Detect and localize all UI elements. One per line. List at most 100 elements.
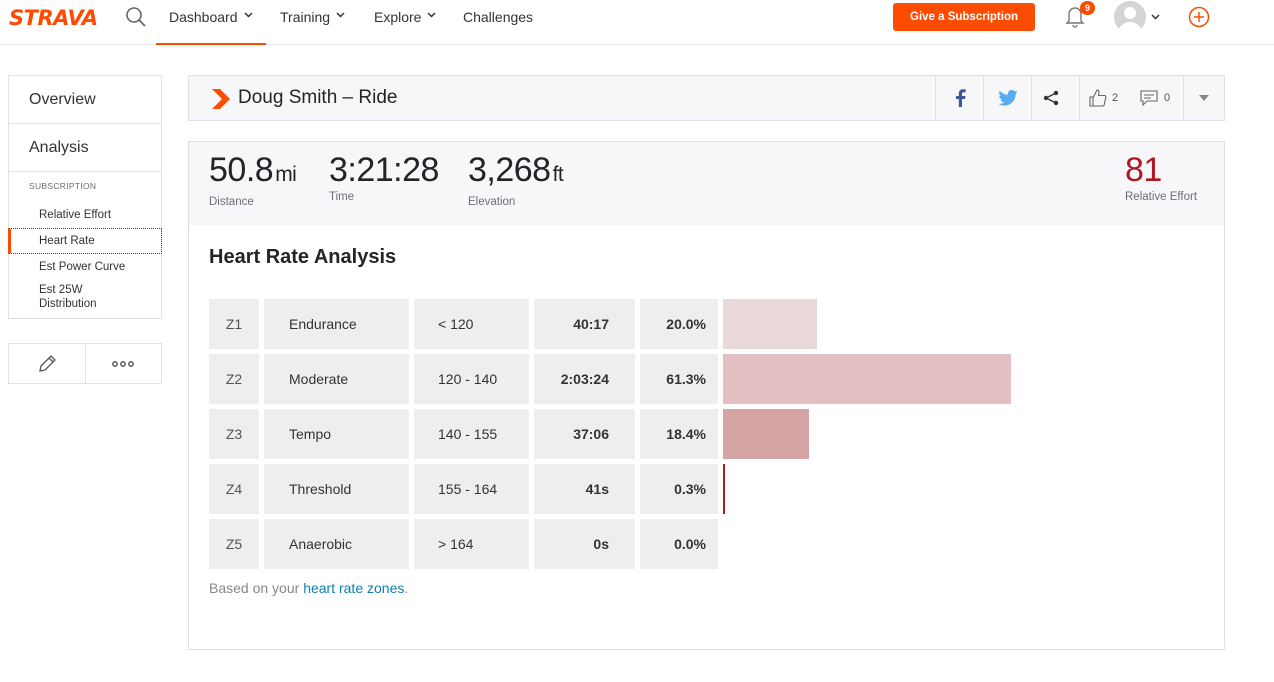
stat-distance: 50.8mi Distance — [209, 150, 297, 208]
zone-bar — [723, 299, 817, 349]
activity-title: Doug Smith – Ride — [238, 87, 398, 108]
stat-elevation-value: 3,268 — [468, 151, 551, 189]
stat-time-value: 3:21:28 — [329, 151, 439, 189]
sidebar-actions — [8, 343, 162, 384]
heart-rate-analysis-panel: Heart Rate Analysis Z1 Endurance < 120 40:1… — [188, 225, 1225, 650]
zone-name: Anaerobic — [264, 519, 409, 569]
edit-button[interactable] — [9, 344, 85, 383]
pencil-icon — [38, 354, 56, 372]
relative-effort-value: 81 — [1125, 151, 1162, 189]
zone-name: Threshold — [264, 464, 409, 514]
sidebar-item-label: Est 25W Distribution — [39, 284, 97, 310]
chevron-down-icon — [336, 12, 345, 18]
zone-name: Moderate — [264, 354, 409, 404]
sidebar-item-est-25w-distribution[interactable]: Est 25W Distribution — [9, 280, 161, 318]
zone-pct: 18.4% — [640, 409, 718, 459]
section-title: Heart Rate Analysis — [209, 246, 397, 268]
nav-explore-label: Explore — [374, 9, 422, 25]
stat-distance-value: 50.8 — [209, 151, 274, 189]
twitter-icon — [997, 90, 1018, 106]
zone-range: < 120 — [414, 299, 529, 349]
zone-id: Z2 — [209, 354, 259, 404]
comment-button[interactable]: 0 — [1127, 76, 1183, 120]
zone-pct: 0.0% — [640, 519, 718, 569]
nav-dashboard-label: Dashboard — [169, 9, 238, 25]
footnote-suffix: . — [404, 580, 409, 596]
ellipsis-icon — [112, 360, 135, 367]
share-twitter-button[interactable] — [983, 76, 1031, 120]
zone-time: 0s — [534, 519, 635, 569]
facebook-icon — [955, 89, 966, 107]
stat-distance-label: Distance — [209, 196, 254, 208]
sidebar-tab-overview[interactable]: Overview — [9, 76, 161, 124]
sidebar-item-heart-rate[interactable]: Heart Rate — [8, 228, 162, 254]
ride-chevron-icon — [212, 89, 230, 109]
kudos-count: 2 — [1111, 92, 1119, 104]
nav-explore[interactable]: Explore — [374, 0, 436, 45]
activity-menu-button[interactable] — [1183, 76, 1224, 120]
activity-header: Doug Smith – Ride 2 0 — [188, 75, 1225, 121]
give-subscription-button[interactable]: Give a Subscription — [893, 3, 1035, 31]
caret-down-icon — [1199, 95, 1209, 101]
sidebar-item-est-power-curve[interactable]: Est Power Curve — [9, 254, 161, 280]
stat-time-label: Time — [329, 191, 355, 203]
zone-id: Z4 — [209, 464, 259, 514]
nav-training[interactable]: Training — [280, 0, 345, 45]
zone-id: Z3 — [209, 409, 259, 459]
share-button[interactable] — [1031, 76, 1069, 120]
top-navigation: STRAVA Dashboard Training Explore Challe… — [0, 0, 1274, 45]
zone-pct: 0.3% — [640, 464, 718, 514]
strava-logo[interactable]: STRAVA — [9, 6, 98, 30]
thumbs-up-icon — [1089, 89, 1107, 107]
comment-count: 0 — [1163, 92, 1171, 104]
chevron-down-icon — [427, 12, 436, 18]
nav-challenges[interactable]: Challenges — [463, 0, 533, 45]
avatar[interactable] — [1114, 1, 1146, 33]
zone-id: Z5 — [209, 519, 259, 569]
sidebar-item-relative-effort[interactable]: Relative Effort — [9, 202, 161, 228]
zone-range: 140 - 155 — [414, 409, 529, 459]
zone-pct: 20.0% — [640, 299, 718, 349]
stat-time: 3:21:28 Time — [329, 150, 439, 203]
zone-time: 2:03:24 — [534, 354, 635, 404]
zone-range: > 164 — [414, 519, 529, 569]
nav-dashboard[interactable]: Dashboard — [156, 0, 266, 45]
zone-id: Z1 — [209, 299, 259, 349]
sidebar: Overview Analysis SUBSCRIPTION Relative … — [8, 75, 162, 319]
footnote: Based on your heart rate zones. — [209, 580, 408, 596]
search-icon[interactable] — [124, 5, 148, 29]
comment-icon — [1140, 90, 1158, 106]
zone-bar — [723, 354, 1012, 404]
more-options-button[interactable] — [84, 344, 162, 383]
zone-pct: 61.3% — [640, 354, 718, 404]
nav-challenges-label: Challenges — [463, 9, 534, 25]
zone-time: 40:17 — [534, 299, 635, 349]
zone-bar — [723, 409, 810, 459]
activity-stats: 50.8mi Distance 3:21:28 Time 3,268ft Ele… — [188, 141, 1225, 226]
kudos-button[interactable]: 2 — [1079, 76, 1127, 120]
zone-range: 120 - 140 — [414, 354, 529, 404]
zone-name: Endurance — [264, 299, 409, 349]
relative-effort-label: Relative Effort — [1125, 191, 1198, 203]
sidebar-tab-analysis[interactable]: Analysis — [9, 124, 161, 172]
footnote-prefix: Based on your — [209, 580, 300, 596]
zone-time: 37:06 — [534, 409, 635, 459]
zone-time: 41s — [534, 464, 635, 514]
share-facebook-button[interactable] — [935, 76, 983, 120]
add-plus-icon[interactable] — [1188, 6, 1210, 28]
chevron-down-icon[interactable] — [1151, 13, 1160, 21]
zone-bar — [723, 464, 725, 514]
stat-elevation: 3,268ft Elevation — [468, 150, 564, 208]
stat-relative-effort[interactable]: 81 Relative Effort — [1125, 150, 1197, 203]
chevron-down-icon — [243, 12, 253, 18]
stat-distance-unit: mi — [275, 163, 297, 186]
stat-elevation-label: Elevation — [468, 196, 516, 208]
share-icon — [1043, 90, 1058, 106]
nav-training-label: Training — [280, 9, 331, 25]
zone-name: Tempo — [264, 409, 409, 459]
heart-rate-zones-link[interactable]: heart rate zones — [303, 580, 404, 596]
zone-range: 155 - 164 — [414, 464, 529, 514]
sidebar-section-label: SUBSCRIPTION — [29, 181, 97, 191]
notification-badge: 9 — [1080, 1, 1095, 15]
stat-elevation-unit: ft — [552, 163, 564, 186]
